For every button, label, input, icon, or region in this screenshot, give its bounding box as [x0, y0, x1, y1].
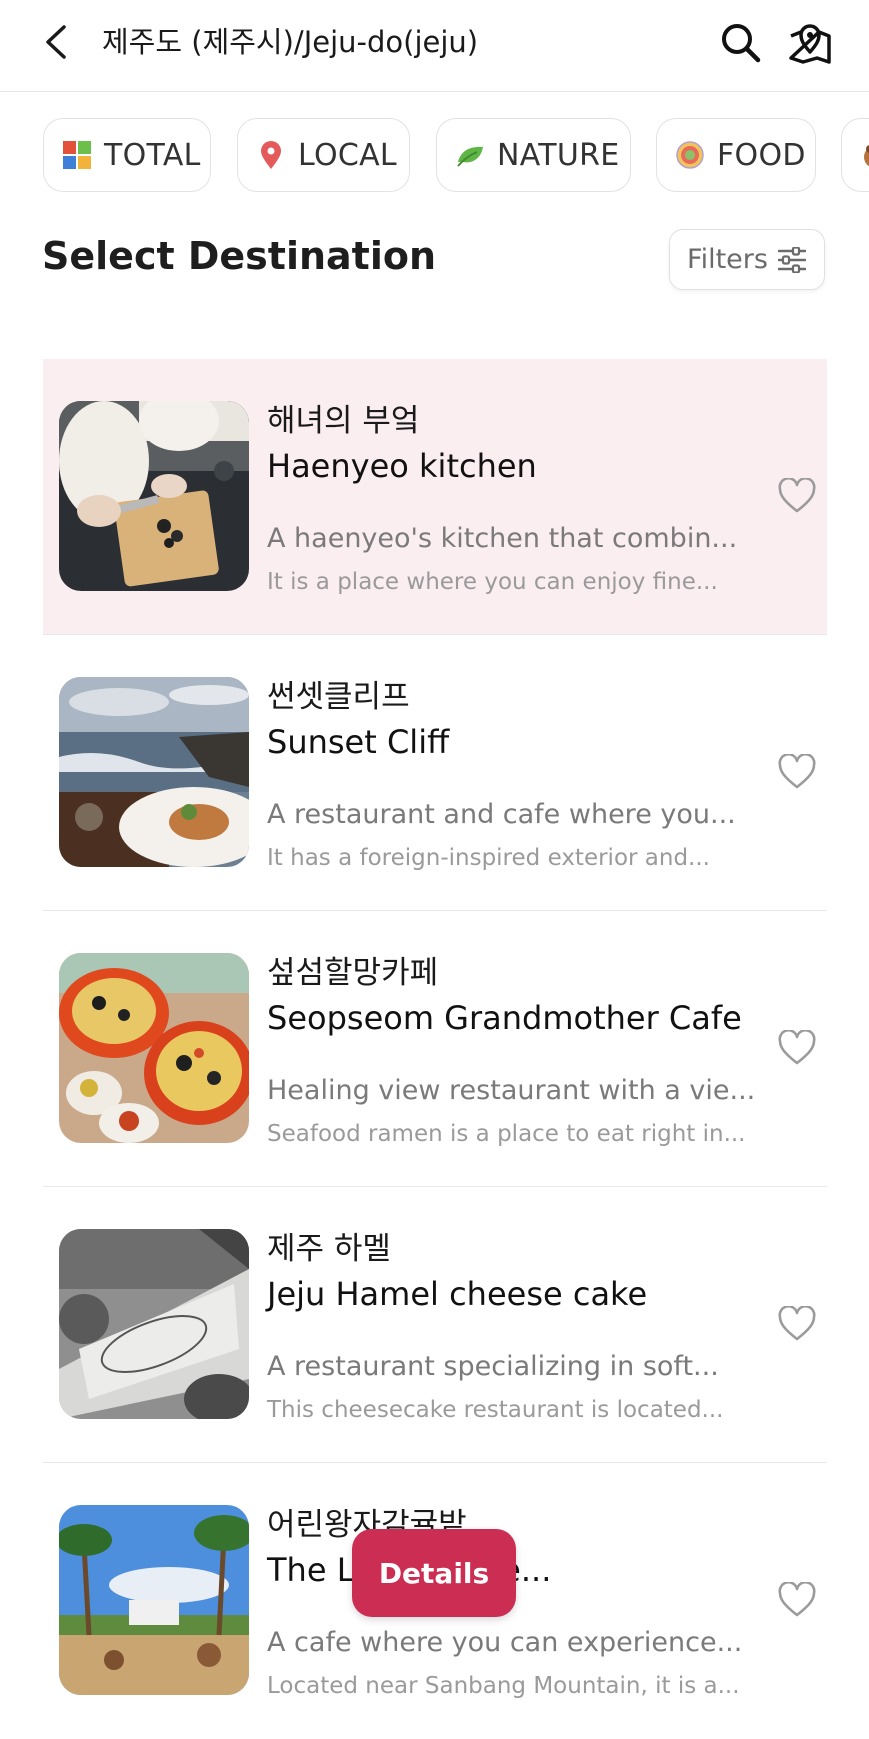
back-button[interactable] — [40, 22, 76, 62]
chip-food[interactable]: FOOD — [656, 118, 816, 192]
heart-icon — [778, 752, 816, 789]
chip-total[interactable]: TOTAL — [43, 118, 211, 192]
chip-label: TOTAL — [104, 137, 201, 173]
list-item-seopseom-cafe[interactable]: 섶섬할망카페 Seopseom Grandmother Cafe Healing… — [43, 911, 827, 1187]
destination-description: Healing view restaurant with a vie... — [267, 1075, 756, 1106]
heart-icon — [778, 1580, 816, 1617]
search-icon — [722, 24, 761, 63]
destination-photo — [59, 953, 249, 1143]
heart-icon — [778, 1304, 816, 1341]
map-view-button[interactable] — [786, 20, 834, 66]
page-title: 제주도 (제주시)/Jeju-do(jeju) — [102, 25, 479, 59]
destination-name-korean: 제주 하멜 — [267, 1231, 391, 1267]
details-button[interactable]: Details — [352, 1529, 516, 1617]
chevron-left-icon — [46, 25, 66, 59]
favorite-button[interactable] — [778, 752, 816, 790]
leaf-icon — [457, 146, 483, 167]
chip-nature[interactable]: NATURE — [436, 118, 631, 192]
category-chips: TOTAL LOCAL NATURE FOOD — [0, 118, 869, 194]
destination-name-english: Jeju Hamel cheese cake — [267, 1275, 648, 1313]
heart-icon — [778, 476, 816, 513]
destination-description: A cafe where you can experience... — [267, 1627, 743, 1658]
destination-description: A restaurant specializing in soft... — [267, 1351, 719, 1382]
destination-name-korean: 섶섬할망카페 — [267, 955, 439, 991]
destination-subtext: Seafood ramen is a place to eat right in… — [267, 1121, 746, 1147]
heart-icon — [778, 1028, 816, 1065]
list-item-jeju-hamel[interactable]: 제주 하멜 Jeju Hamel cheese cake A restauran… — [43, 1187, 827, 1463]
sliders-icon — [777, 246, 806, 273]
favorite-button[interactable] — [778, 476, 816, 514]
list-item-haenyeo-kitchen[interactable]: 해녀의 부엌 Haenyeo kitchen A haenyeo's kitch… — [43, 359, 827, 635]
destination-subtext: Located near Sanbang Mountain, it is a..… — [267, 1673, 740, 1699]
destination-photo — [59, 1229, 249, 1419]
plate-icon — [676, 141, 704, 169]
chip-label: LOCAL — [298, 137, 397, 173]
search-button[interactable] — [720, 22, 762, 64]
location-pin-icon — [261, 141, 281, 169]
destination-subtext: It has a foreign-inspired exterior and..… — [267, 845, 710, 871]
map-pin-icon — [789, 24, 831, 64]
destination-photo — [59, 401, 249, 591]
destination-name-english: Sunset Cliff — [267, 723, 450, 761]
destination-photo — [59, 1505, 249, 1695]
chip-local[interactable]: LOCAL — [237, 118, 410, 192]
app-header: 제주도 (제주시)/Jeju-do(jeju) — [0, 0, 869, 92]
chip-more[interactable] — [841, 118, 869, 192]
favorite-button[interactable] — [778, 1304, 816, 1342]
favorite-button[interactable] — [778, 1028, 816, 1066]
grid-icon — [63, 141, 91, 169]
destination-name-korean: 썬셋클리프 — [267, 679, 410, 715]
filters-button[interactable]: Filters — [669, 229, 825, 290]
destination-subtext: It is a place where you can enjoy fine..… — [267, 569, 718, 595]
list-item-sunset-cliff[interactable]: 썬셋클리프 Sunset Cliff A restaurant and cafe… — [43, 635, 827, 911]
filters-label: Filters — [687, 244, 768, 275]
destination-description: A restaurant and cafe where you... — [267, 799, 736, 830]
destination-photo — [59, 677, 249, 867]
destination-name-english: Seopseom Grandmother Cafe — [267, 999, 742, 1037]
chip-label: FOOD — [717, 137, 806, 173]
destination-subtext: This cheesecake restaurant is located... — [267, 1397, 724, 1423]
destination-name-english: Haenyeo kitchen — [267, 447, 537, 485]
acorn-icon — [864, 145, 869, 167]
chip-label: NATURE — [497, 137, 620, 173]
section-title: Select Destination — [42, 234, 437, 278]
destination-description: A haenyeo's kitchen that combin... — [267, 523, 738, 554]
favorite-button[interactable] — [778, 1580, 816, 1618]
destination-name-korean: 해녀의 부엌 — [267, 403, 420, 439]
